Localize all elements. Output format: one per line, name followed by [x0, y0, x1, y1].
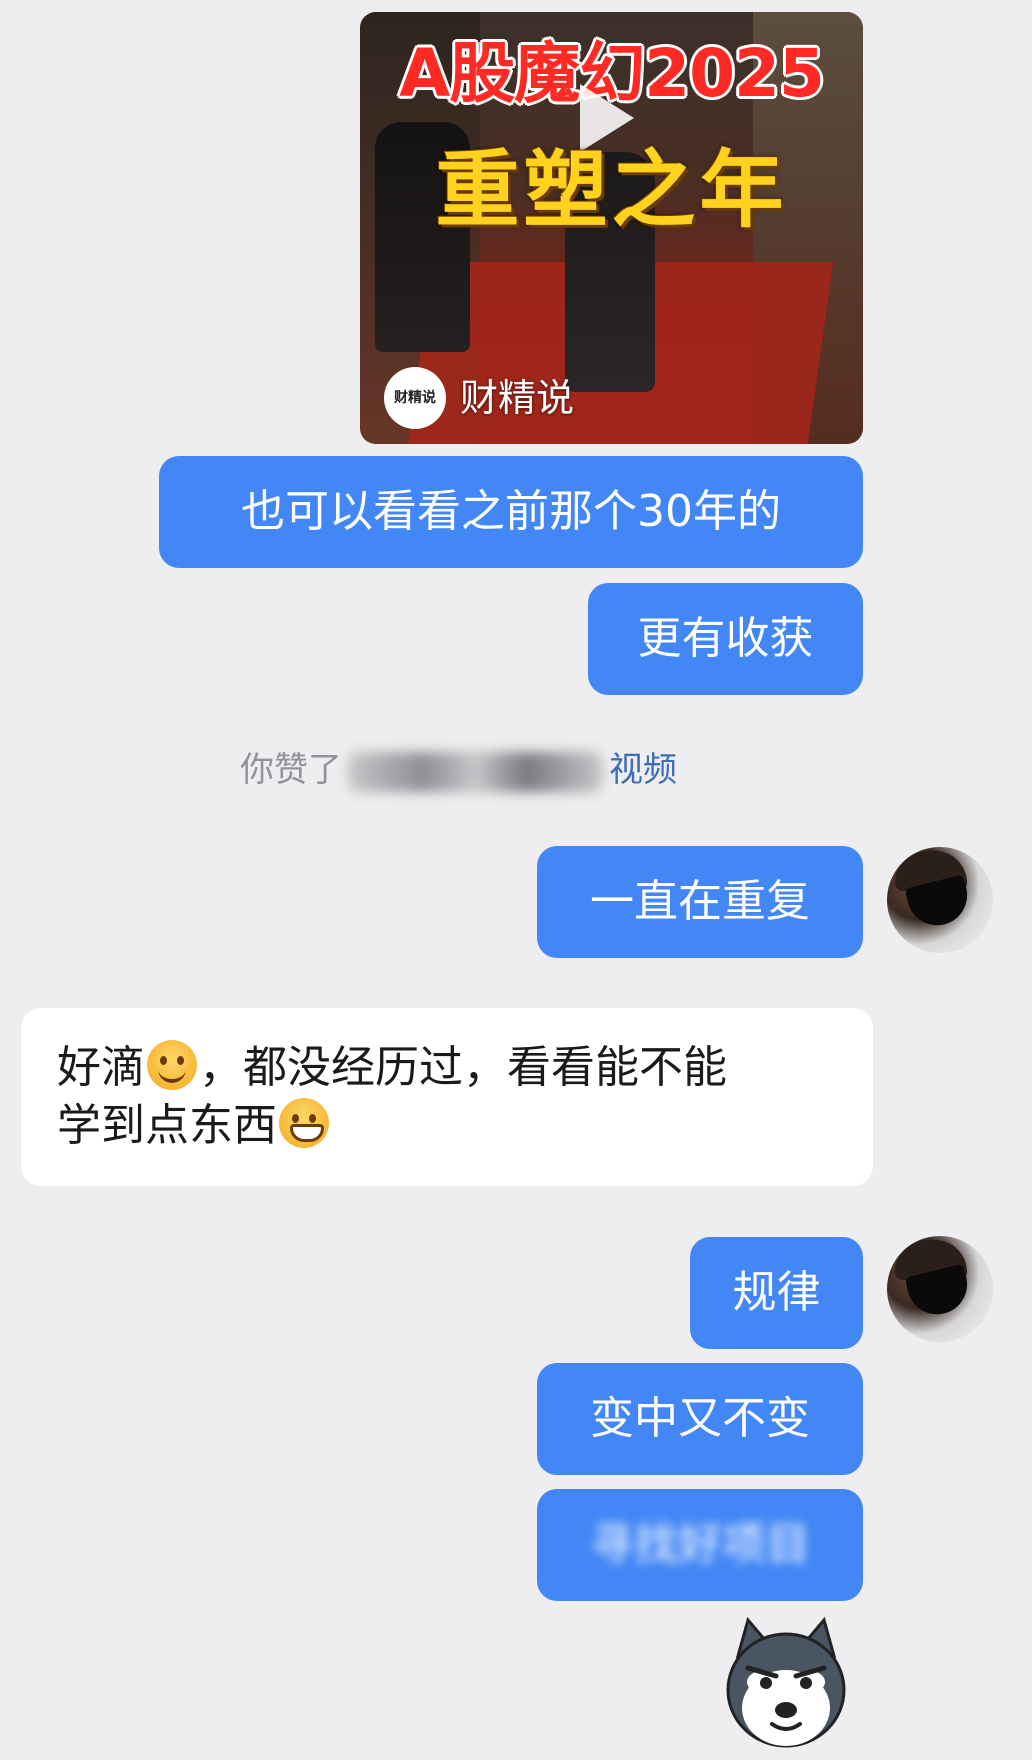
message-text: 好滴 [57, 1042, 145, 1093]
message-bubble[interactable]: 变中又不变 [537, 1363, 863, 1475]
avatar[interactable] [887, 1236, 993, 1342]
blurred-username [348, 751, 603, 792]
message-text: 一直在重复 [590, 876, 810, 927]
grin-emoji-icon [279, 1098, 329, 1148]
message-text: 也可以看看之前那个30年的 [241, 486, 781, 537]
message-bubble[interactable]: 一直在重复 [537, 846, 863, 958]
message-line: 学到点东西 [57, 1097, 331, 1155]
channel-logo-text: 财精说 [394, 390, 436, 406]
video-title-line2: 重塑之年 [435, 141, 788, 239]
channel-logo: 财精说 [384, 367, 446, 429]
message-bubble[interactable]: 寻找好项目 [537, 1489, 863, 1601]
shared-video-card[interactable]: A股魔幻2025 重塑之年 财精说 财精说 [360, 12, 863, 444]
message-bubble[interactable]: 更有收获 [588, 583, 863, 695]
message-text: 学到点东西 [57, 1100, 277, 1151]
incoming-message-bubble[interactable]: 好滴 ，都没经历过，看看能不能 学到点东西 [21, 1008, 873, 1186]
husky-dog-sticker[interactable] [718, 1616, 854, 1752]
message-text: ，都没经历过，看看能不能 [199, 1042, 727, 1093]
notice-video-link[interactable]: 视频 [609, 750, 677, 790]
message-text-blurred: 寻找好项目 [590, 1519, 810, 1570]
message-text: 规律 [732, 1267, 821, 1318]
smile-emoji-icon [147, 1040, 197, 1090]
like-notice: 你赞了 视频 [240, 746, 677, 794]
message-bubble[interactable]: 也可以看看之前那个30年的 [159, 456, 863, 568]
channel-name: 财精说 [460, 376, 575, 420]
message-text: 变中又不变 [590, 1393, 810, 1444]
message-line: 好滴 ，都没经历过，看看能不能 [57, 1039, 727, 1097]
message-bubble[interactable]: 规律 [690, 1237, 863, 1349]
message-text: 更有收获 [637, 613, 814, 664]
avatar[interactable] [887, 847, 993, 953]
notice-prefix: 你赞了 [240, 750, 342, 790]
